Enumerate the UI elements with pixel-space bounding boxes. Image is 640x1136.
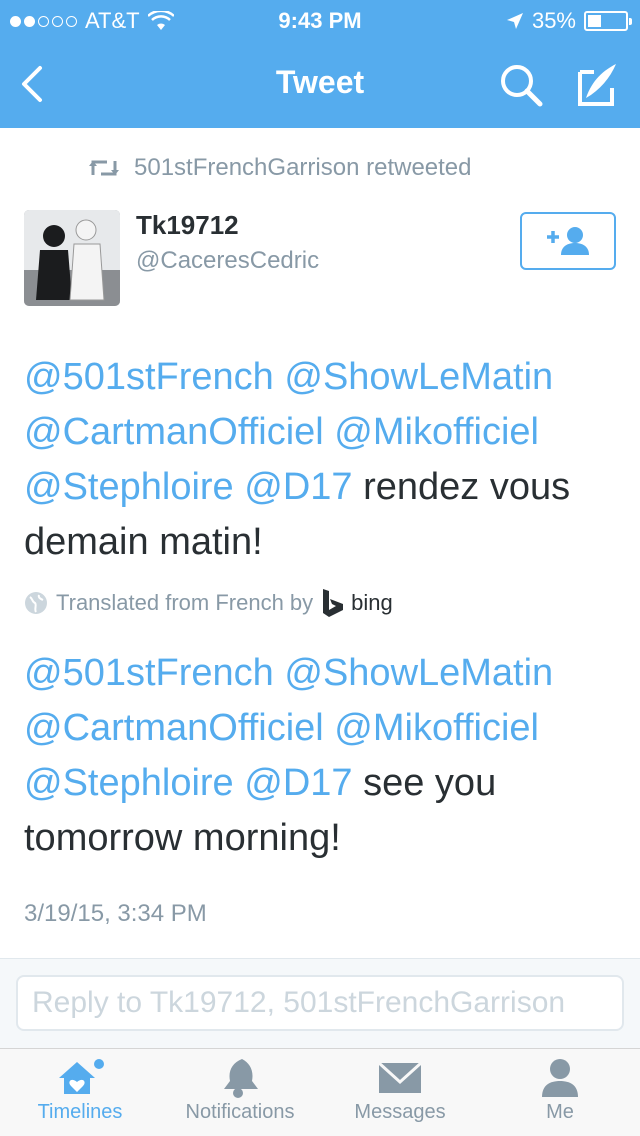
- mention-link[interactable]: @ShowLeMatin: [284, 652, 553, 694]
- location-arrow-icon: [506, 13, 523, 29]
- tab-label: Messages: [354, 1101, 446, 1123]
- home-icon: [59, 1059, 104, 1094]
- follow-button[interactable]: [520, 212, 616, 270]
- reply-bar: [0, 958, 640, 1048]
- translation-label: Translated from French by: [56, 590, 314, 615]
- mention-link[interactable]: @Mikofficiel: [334, 411, 539, 453]
- mention-link[interactable]: @CartmanOfficiel: [24, 707, 324, 749]
- bell-icon: [224, 1059, 258, 1098]
- tweet-body-text: tomorrow morning!: [24, 817, 341, 859]
- mention-link[interactable]: @Stephloire: [24, 466, 234, 508]
- bing-icon: [323, 589, 344, 617]
- tweet-text-original: @501stFrench @ShowLeMatin @CartmanOffici…: [24, 350, 624, 570]
- mention-link[interactable]: @CartmanOfficiel: [24, 411, 324, 453]
- envelope-icon: [378, 1062, 422, 1093]
- mention-link[interactable]: @D17: [244, 466, 352, 508]
- author-info[interactable]: Tk19712 @CaceresCedric: [136, 210, 319, 275]
- tweet-timestamp: 3/19/15, 3:34 PM: [24, 900, 207, 927]
- avatar[interactable]: [24, 210, 120, 306]
- compose-button[interactable]: [570, 60, 620, 110]
- retweet-icon: [89, 160, 119, 176]
- bing-logo: bing: [321, 588, 393, 618]
- battery-icon: [584, 11, 632, 31]
- tab-timelines[interactable]: Timelines: [0, 1055, 160, 1135]
- tweet-text-translated: @501stFrench @ShowLeMatin @CartmanOffici…: [24, 646, 624, 866]
- header: AT&T 9:43 PM 35% Tweet: [0, 0, 640, 128]
- mention-link[interactable]: @Stephloire: [24, 762, 234, 804]
- translator-name: bing: [351, 590, 393, 615]
- avatar-image: [24, 210, 120, 306]
- translation-attribution: Translated from French by bing: [24, 588, 393, 618]
- tab-label: Timelines: [37, 1101, 123, 1123]
- person-icon: [542, 1059, 578, 1097]
- globe-icon: [25, 592, 47, 614]
- mention-link[interactable]: @D17: [244, 762, 352, 804]
- tab-label: Me: [546, 1101, 574, 1123]
- tab-me[interactable]: Me: [480, 1055, 640, 1135]
- battery-percent: 35%: [531, 8, 576, 33]
- add-user-icon: [547, 227, 589, 255]
- battery-level: [588, 15, 601, 27]
- author-handle[interactable]: @CaceresCedric: [136, 247, 319, 275]
- tab-notifications[interactable]: Notifications: [160, 1055, 320, 1135]
- reply-input[interactable]: [16, 975, 624, 1031]
- mention-link[interactable]: @Mikofficiel: [334, 707, 539, 749]
- mention-link[interactable]: @ShowLeMatin: [284, 356, 553, 398]
- tweet-body-text: demain matin!: [24, 521, 263, 563]
- tweet-body-text: rendez vous: [363, 466, 571, 508]
- status-bar: AT&T 9:43 PM 35%: [0, 0, 640, 40]
- retweet-text: 501stFrenchGarrison retweeted: [134, 154, 472, 181]
- retweet-context[interactable]: 501stFrenchGarrison retweeted: [88, 154, 472, 182]
- tab-label: Notifications: [185, 1101, 295, 1123]
- tab-messages[interactable]: Messages: [320, 1055, 480, 1135]
- tab-bar: Timelines Notifications Messages Me: [0, 1048, 640, 1136]
- tweet-body-text: see you: [363, 762, 497, 804]
- mention-link[interactable]: @501stFrench: [24, 356, 274, 398]
- search-button[interactable]: [498, 62, 546, 110]
- author-name[interactable]: Tk19712: [136, 210, 319, 241]
- mention-link[interactable]: @501stFrench: [24, 652, 274, 694]
